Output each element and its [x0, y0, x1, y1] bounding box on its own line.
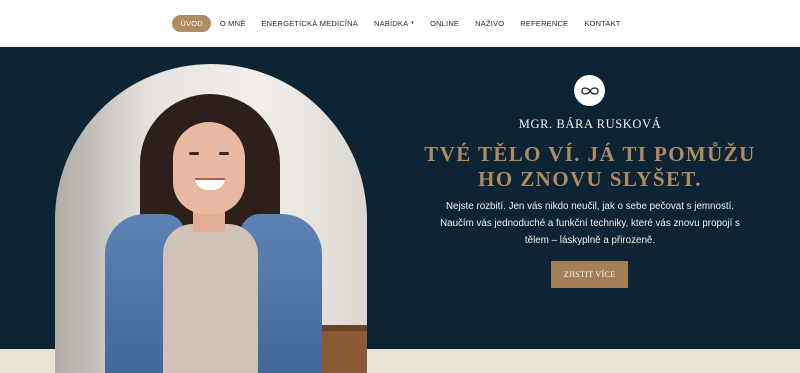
photo-blouse [163, 224, 258, 373]
nav-item-o-mne[interactable]: O MNĚ [213, 14, 253, 33]
hero-portrait-photo [55, 64, 367, 373]
headline-line-1: TVÉ TĚLO VÍ. JÁ TI POMŮŽU [424, 142, 756, 166]
photo-face [173, 122, 245, 214]
description-line-3: tělem – láskyplně a přirozeně. [524, 235, 656, 246]
nav-item-nazivo[interactable]: NAŽIVO [468, 14, 511, 33]
nav-item-online[interactable]: ONLINE [423, 14, 466, 33]
description-line-1: Nejste rozbití. Jen vás nikdo neučil, ja… [445, 201, 735, 212]
nav-item-uvod[interactable]: ÚVOD [172, 14, 211, 32]
description-line-2: Naučím vás jednoduché a funkční techniky… [440, 218, 740, 229]
photo-eye-right [219, 152, 229, 155]
nav-list: ÚVOD O MNĚ ENERGETICKÁ MEDICÍNA NABÍDKA … [171, 14, 628, 33]
logo-badge [574, 75, 605, 106]
nav-item-reference[interactable]: REFERENCE [513, 14, 575, 33]
chevron-down-icon: ▾ [411, 20, 415, 26]
nav-item-nabidka[interactable]: NABÍDKA ▾ [367, 14, 421, 33]
headline-line-2: HO ZNOVU SLYŠET. [478, 167, 702, 191]
photo-eye-left [189, 152, 199, 155]
learn-more-button[interactable]: ZJISTIT VÍCE [551, 261, 628, 288]
hero-description: Nejste rozbití. Jen vás nikdo neučil, ja… [420, 198, 760, 249]
author-name: MGR. BÁRA RUSKOVÁ [518, 117, 662, 131]
main-navigation: ÚVOD O MNĚ ENERGETICKÁ MEDICÍNA NABÍDKA … [0, 0, 800, 47]
photo-smile [195, 178, 225, 190]
infinity-icon [580, 86, 599, 95]
nav-item-nabidka-label: NABÍDKA [373, 18, 409, 28]
nav-item-energeticka-medicina[interactable]: ENERGETICKÁ MEDICÍNA [254, 14, 365, 33]
hero-headline: TVÉ TĚLO VÍ. JÁ TI POMŮŽU HO ZNOVU SLYŠE… [405, 142, 775, 192]
nav-item-kontakt[interactable]: KONTAKT [577, 14, 627, 33]
